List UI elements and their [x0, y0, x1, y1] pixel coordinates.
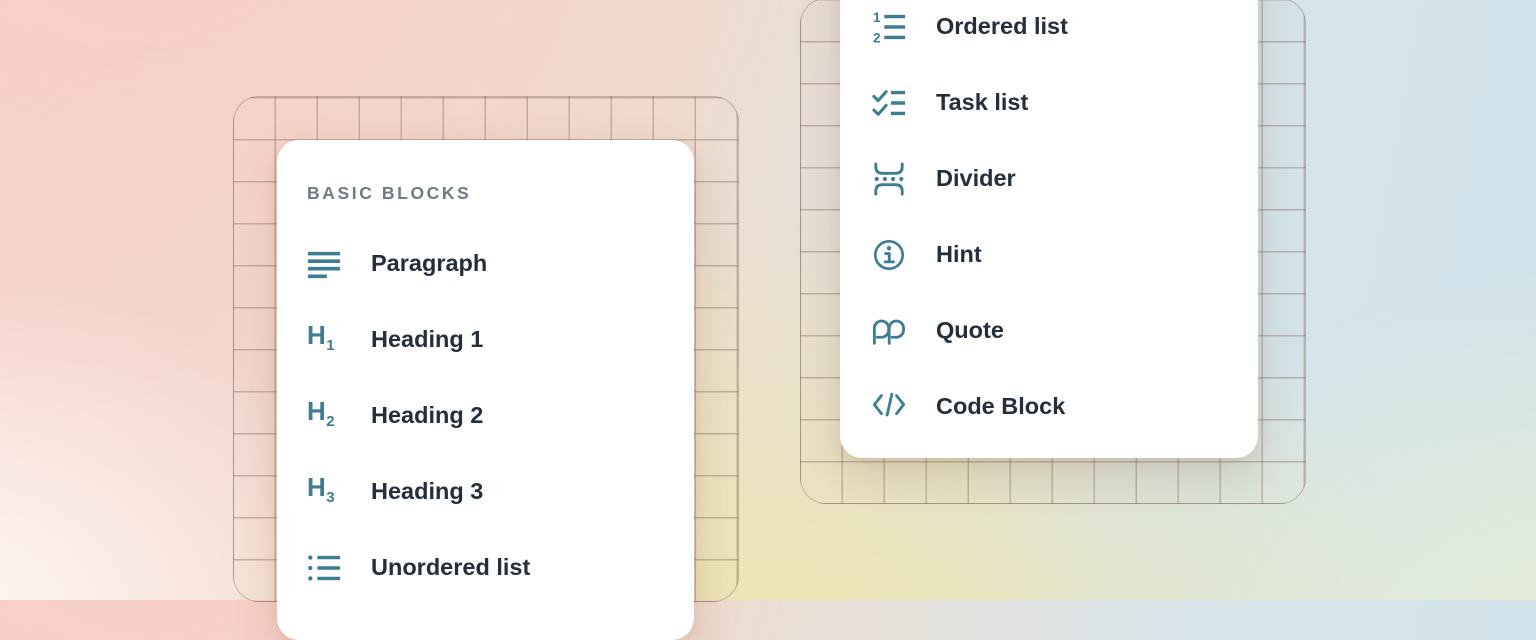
menu-item-label: Code Block — [936, 395, 1065, 419]
menu-item-label: Hint — [936, 243, 982, 267]
menu-item-unordered-list[interactable]: Unordered list — [277, 530, 694, 606]
menu-item-code-block[interactable]: Code Block — [840, 369, 1258, 445]
svg-text:1: 1 — [873, 10, 881, 25]
quote-icon — [872, 313, 906, 349]
code-block-icon — [872, 389, 906, 425]
menu-item-label: Task list — [936, 91, 1028, 115]
menu-item-heading-1[interactable]: H1 Heading 1 — [277, 302, 694, 378]
menu-item-divider[interactable]: Divider — [840, 141, 1258, 217]
menu-items-right: 1 2 Ordered list Task list — [840, 0, 1258, 445]
unordered-list-icon — [307, 550, 341, 586]
heading-3-icon: H3 — [307, 474, 341, 510]
menu-items-left: Paragraph H1 Heading 1 H2 Heading 2 H3 H… — [277, 226, 694, 606]
divider-icon — [872, 161, 906, 197]
menu-item-label: Paragraph — [371, 252, 487, 276]
menu-item-heading-3[interactable]: H3 Heading 3 — [277, 454, 694, 530]
menu-item-label: Heading 2 — [371, 404, 483, 428]
menu-section-title: BASIC BLOCKS — [277, 180, 694, 206]
paragraph-icon — [307, 246, 341, 282]
menu-item-label: Quote — [936, 319, 1004, 343]
svg-text:2: 2 — [873, 31, 881, 46]
basic-blocks-menu: BASIC BLOCKS Paragraph H1 Heading 1 H2 H… — [277, 140, 694, 640]
hint-icon — [872, 237, 906, 273]
menu-item-hint[interactable]: Hint — [840, 217, 1258, 293]
menu-item-label: Divider — [936, 167, 1016, 191]
ordered-list-icon: 1 2 — [872, 9, 906, 45]
menu-item-label: Unordered list — [371, 556, 530, 580]
heading-2-icon: H2 — [307, 398, 341, 434]
task-list-icon — [872, 85, 906, 121]
menu-item-label: Heading 3 — [371, 480, 483, 504]
menu-item-ordered-list[interactable]: 1 2 Ordered list — [840, 0, 1258, 65]
heading-1-icon: H1 — [307, 322, 341, 358]
menu-item-task-list[interactable]: Task list — [840, 65, 1258, 141]
menu-item-paragraph[interactable]: Paragraph — [277, 226, 694, 302]
blocks-menu-continued: 1 2 Ordered list Task list — [840, 0, 1258, 458]
menu-item-heading-2[interactable]: H2 Heading 2 — [277, 378, 694, 454]
menu-item-label: Heading 1 — [371, 328, 483, 352]
menu-item-label: Ordered list — [936, 15, 1068, 39]
menu-item-quote[interactable]: Quote — [840, 293, 1258, 369]
